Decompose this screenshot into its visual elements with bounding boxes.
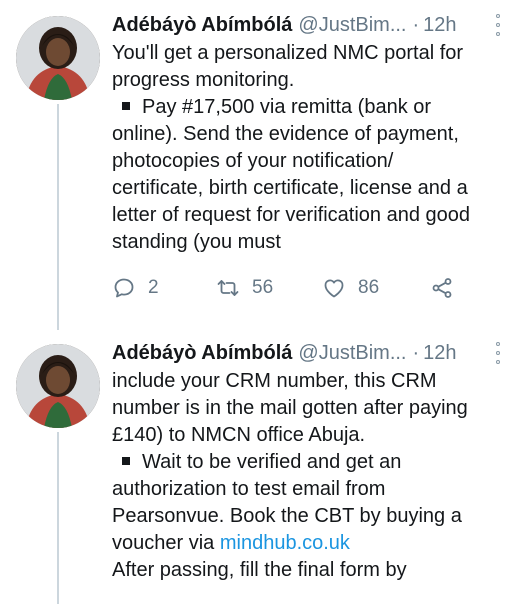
reply-icon [114, 278, 134, 298]
timestamp[interactable]: 12h [423, 14, 456, 37]
tweet-text: include your CRM number, this CRM number… [112, 368, 505, 584]
tweet-line: Pearsonvue. Book the CBT by buying a [112, 505, 462, 527]
tweet-text: You'll get a personalized NMC portal for… [112, 40, 505, 256]
author-name[interactable]: Adébáyò Abímbólá [112, 342, 292, 365]
bullet-item: Pay #17,500 via remitta (bank or [112, 94, 505, 121]
tweet-line: After passing, fill the final form by [112, 559, 407, 581]
tweet-header: Adébáyò Abímbólá @JustBim... · 12h [112, 338, 505, 368]
author-handle[interactable]: @JustBim... [298, 342, 406, 365]
timestamp[interactable]: 12h [423, 342, 456, 365]
tweet-line: voucher via mindhub.co.uk [112, 530, 505, 557]
tweet-line: authorization to test email from [112, 478, 386, 500]
tweet-line: Pay #17,500 via remitta (bank or [142, 96, 432, 118]
tweet-line: certificate, birth certificate, license … [112, 177, 468, 199]
tweet-line: online). Send the evidence of payment, [112, 123, 459, 145]
separator: · [412, 341, 420, 364]
retweet-count: 56 [252, 277, 274, 298]
more-vertical-icon[interactable] [491, 14, 505, 36]
tweet-actions: 2 56 86 [112, 270, 505, 306]
retweet-icon [217, 280, 239, 296]
separator: · [412, 13, 420, 36]
heart-icon [324, 279, 344, 298]
tweet-line: photocopies of your notification/ [112, 150, 394, 172]
tweet-line: Wait to be verified and get an [142, 451, 402, 473]
reply-count: 2 [148, 277, 159, 298]
tweet-line: You'll get a personalized NMC portal for [112, 42, 464, 64]
tweet[interactable]: Adébáyò Abímbólá @JustBim... · 12h You'l… [0, 0, 519, 330]
tweet-line-text: voucher via [112, 532, 220, 554]
avatar[interactable] [16, 16, 100, 100]
tweet-line: number is in the mail gotten after payin… [112, 397, 468, 419]
avatar[interactable] [16, 344, 100, 428]
reply-button[interactable]: 2 [112, 276, 216, 300]
tweet-line: £140) to NMCN office Abuja. [112, 424, 366, 446]
author-handle[interactable]: @JustBim... [298, 14, 406, 37]
like-button[interactable]: 86 [322, 276, 430, 300]
tweet-header: Adébáyò Abímbólá @JustBim... · 12h [112, 10, 505, 40]
tweet-content: Adébáyò Abímbólá @JustBim... · 12h inclu… [112, 338, 505, 584]
author-name[interactable]: Adébáyò Abímbólá [112, 14, 292, 37]
retweet-button[interactable]: 56 [216, 276, 322, 300]
tweet[interactable]: Adébáyò Abímbólá @JustBim... · 12h inclu… [0, 330, 519, 604]
like-count: 86 [358, 277, 380, 298]
thread-line [57, 104, 59, 330]
thread-line [57, 432, 59, 604]
bullet-icon [122, 101, 130, 110]
bullet-icon [122, 456, 130, 465]
share-icon [432, 278, 452, 298]
tweet-line: progress monitoring. [112, 69, 295, 91]
bullet-item: Wait to be verified and get an [112, 449, 505, 476]
more-vertical-icon[interactable] [491, 342, 505, 364]
mindhub-link[interactable]: mindhub.co.uk [220, 532, 350, 554]
tweet-line: letter of request for verification and g… [112, 204, 470, 226]
tweet-content: Adébáyò Abímbólá @JustBim... · 12h You'l… [112, 10, 505, 306]
tweet-line: standing (you must [112, 231, 281, 253]
share-button[interactable] [430, 276, 454, 300]
tweet-line: include your CRM number, this CRM [112, 370, 437, 392]
